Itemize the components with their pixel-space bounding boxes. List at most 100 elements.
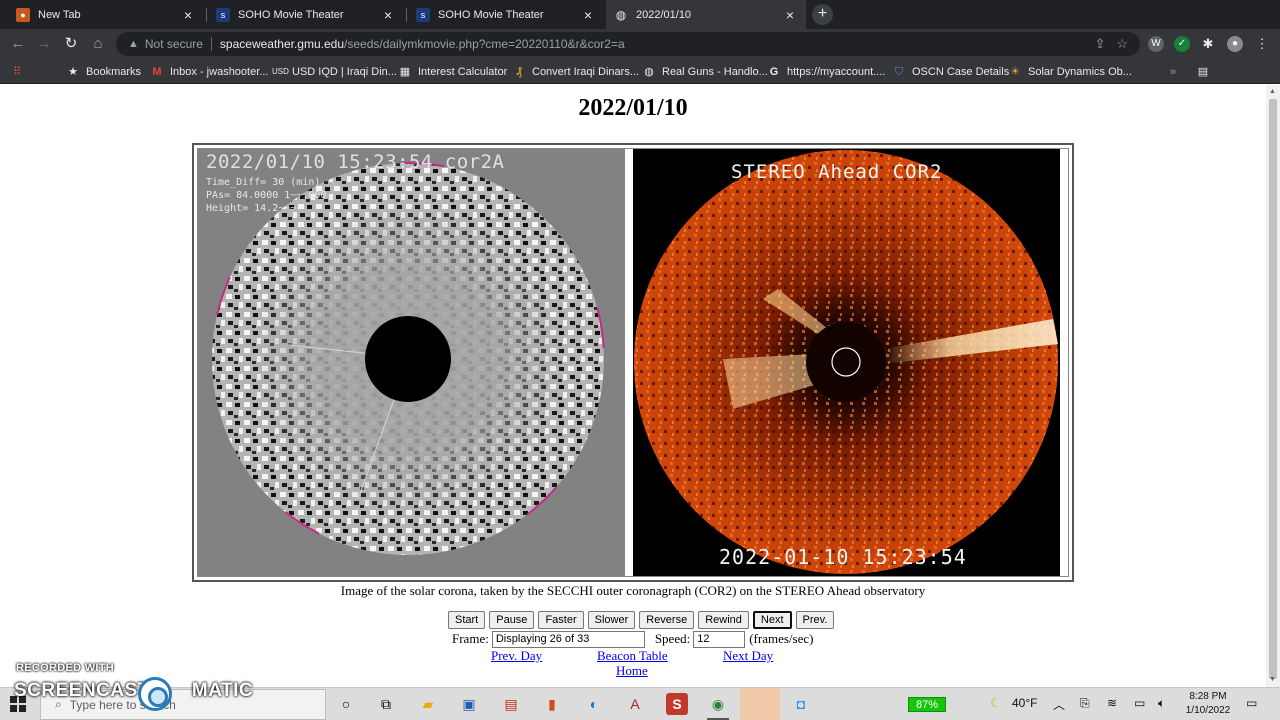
avatar[interactable]: ● (1227, 36, 1243, 52)
close-icon[interactable]: × (580, 7, 596, 23)
tray-chevron-up-icon[interactable]: ︿ (1053, 696, 1065, 713)
frame-speed-row: Frame: Speed: (frames/sec) (452, 630, 813, 648)
running-app-icon[interactable] (740, 688, 780, 720)
address-bar[interactable]: ▲ Not secure spaceweather.gmu.edu /seeds… (116, 32, 1140, 56)
bookmark-item[interactable]: ▦ Interest Calculator (398, 63, 507, 81)
bookmark-label: Interest Calculator (418, 66, 508, 78)
scrollbar-thumb[interactable] (1269, 99, 1277, 679)
url-path: /seeds/dailymkmovie.php?cme=20220110&r&c… (344, 37, 625, 51)
page-title: 2022/01/10 (578, 95, 688, 121)
wifi-icon[interactable]: ≋ (1107, 696, 1117, 710)
forward-arrow-icon[interactable]: → (34, 34, 54, 54)
volume-icon[interactable]: 🔈︎ (1158, 696, 1165, 711)
bookmark-star-icon[interactable]: ⇪ ☆ (1095, 36, 1128, 52)
next-day-link[interactable]: Next Day (723, 648, 773, 664)
movie-frame: 2022/01/10 15:23:54 cor2A Time_Diff= 30 … (192, 143, 1074, 582)
currency-icon: USD (272, 67, 289, 76)
stereo-corona-graphic (634, 150, 1058, 574)
prev-button[interactable]: Prev. (795, 611, 835, 629)
new-tab-button[interactable]: + (812, 4, 833, 25)
address-divider (210, 37, 212, 51)
tab-divider (406, 8, 407, 22)
weather-icon[interactable]: ☾ (990, 696, 1001, 710)
bookmark-item[interactable]: ₰ Convert Iraqi Dinars... (512, 63, 639, 81)
globe-icon: ◍ (615, 7, 627, 22)
page-scrollbar[interactable]: ▲ ▼ (1266, 85, 1280, 687)
puzzle-icon[interactable]: ✱ (1200, 36, 1216, 52)
reading-list-icon[interactable]: ▤ (1196, 63, 1216, 81)
tab-title: SOHO Movie Theater (438, 8, 544, 21)
edge-icon[interactable]: ◐ (583, 693, 605, 715)
beacon-table-link[interactable]: Beacon Table (597, 648, 668, 664)
close-icon[interactable]: × (180, 7, 196, 23)
menu-dots-icon[interactable]: ⋮ (1254, 36, 1270, 52)
cortana-circle-icon[interactable]: ○ (335, 693, 357, 715)
more-bookmarks-chevron-icon[interactable]: » (1170, 63, 1176, 81)
converter-icon: ₰ (516, 66, 522, 78)
bookmark-item[interactable]: USD USD IQD | Iraqi Din... (272, 63, 397, 81)
tab-title: New Tab (38, 8, 81, 21)
speed-field[interactable] (693, 630, 746, 648)
notification-icon[interactable]: ▭ (1246, 696, 1257, 710)
close-icon[interactable]: × (380, 7, 396, 23)
url-host: spaceweather.gmu.edu (219, 37, 345, 51)
stereo-timestamp: 2022-01-10 15:23:54 (719, 545, 967, 569)
slower-button[interactable]: Slower (587, 611, 636, 629)
chrome-icon[interactable]: ◉ (707, 693, 729, 715)
document-app-icon[interactable]: ▮ (541, 693, 563, 715)
security-status[interactable]: Not secure (145, 37, 203, 51)
scroll-down-arrow-icon[interactable]: ▼ (1269, 676, 1276, 683)
extension-w-icon[interactable]: W (1148, 36, 1164, 52)
bookmark-item[interactable]: ◍ Real Guns - Handlo... (642, 63, 768, 81)
bookmark-item[interactable]: ☀ Solar Dynamics Ob... (1008, 63, 1132, 81)
tab-soho-movie-theater-2[interactable]: s SOHO Movie Theater × (408, 0, 604, 29)
access-icon[interactable]: A (624, 693, 646, 715)
zoom-icon[interactable]: ◘ (790, 693, 812, 715)
bookmark-item[interactable]: M Inbox - jwashooter... (150, 63, 268, 81)
pause-button[interactable]: Pause (489, 611, 535, 629)
mail-app-icon[interactable]: ▤ (500, 693, 522, 715)
network-device-icon[interactable]: ⎘ (1080, 696, 1090, 711)
tab-title: SOHO Movie Theater (238, 8, 344, 21)
task-view-icon[interactable]: ⧉ (375, 693, 397, 715)
close-icon[interactable]: × (782, 7, 798, 23)
reload-icon[interactable]: ↻ (61, 34, 81, 54)
calculator-icon: ▦ (399, 66, 411, 78)
browser-toolbar: ← → ↻ ⌂ ▲ Not secure spaceweather.gmu.ed… (0, 29, 1280, 59)
faster-button[interactable]: Faster (538, 611, 584, 629)
warning-icon[interactable]: ▲ (128, 38, 139, 50)
prev-day-link[interactable]: Prev. Day (491, 648, 542, 664)
solar-icon: ☀ (1010, 66, 1020, 78)
start-button[interactable]: Start (448, 611, 486, 629)
frame-label: Frame: (452, 631, 489, 646)
home-link[interactable]: Home (616, 663, 648, 679)
battery-icon[interactable]: ▭ (1134, 696, 1145, 710)
clock[interactable]: 8:28 PM 1/10/2022 (1180, 690, 1236, 718)
store-icon[interactable]: ▣ (458, 693, 480, 715)
file-explorer-icon[interactable]: ▰ (417, 693, 439, 715)
bookmark-label: Convert Iraqi Dinars... (532, 66, 639, 78)
tab-active-2022-01-10[interactable]: ◍ 2022/01/10 × (606, 0, 806, 29)
scroll-up-arrow-icon[interactable]: ▲ (1269, 88, 1276, 95)
shield-icon: ⛉ (894, 66, 904, 78)
bookmarks-folder[interactable]: ★ Bookmarks (66, 63, 141, 81)
position-angle-label: PAs= 84.0000 1~~.000 (206, 190, 327, 201)
home-icon[interactable]: ⌂ (88, 34, 108, 54)
stereo-title-label: STEREO Ahead COR2 (731, 161, 943, 183)
back-arrow-icon[interactable]: ← (8, 34, 28, 54)
apps-grid-icon[interactable]: ⠿ (10, 63, 30, 81)
bookmark-item[interactable]: ⛉ OSCN Case Details (892, 63, 1009, 81)
tab-soho-movie-theater-1[interactable]: s SOHO Movie Theater × (208, 0, 404, 29)
frame-field[interactable] (491, 630, 645, 648)
cor2a-timestamp: 2022/01/10 15:23:54 cor2A (206, 151, 505, 173)
tab-new-tab[interactable]: ● New Tab × (8, 0, 204, 29)
page-content: 2022/01/10 2022/01/10 15:23:54 cor2A Tim… (0, 85, 1266, 687)
temperature-label[interactable]: 40°F (1012, 696, 1037, 710)
tab-strip: ● New Tab × s SOHO Movie Theater × s SOH… (0, 0, 1280, 29)
s-app-icon[interactable]: S (666, 693, 688, 715)
next-button[interactable]: Next (752, 611, 792, 629)
rewind-button[interactable]: Rewind (698, 611, 749, 629)
checkmark-icon[interactable]: ✓ (1174, 36, 1190, 52)
reverse-button[interactable]: Reverse (639, 611, 695, 629)
bookmark-item[interactable]: G https://myaccount.... (767, 63, 886, 81)
